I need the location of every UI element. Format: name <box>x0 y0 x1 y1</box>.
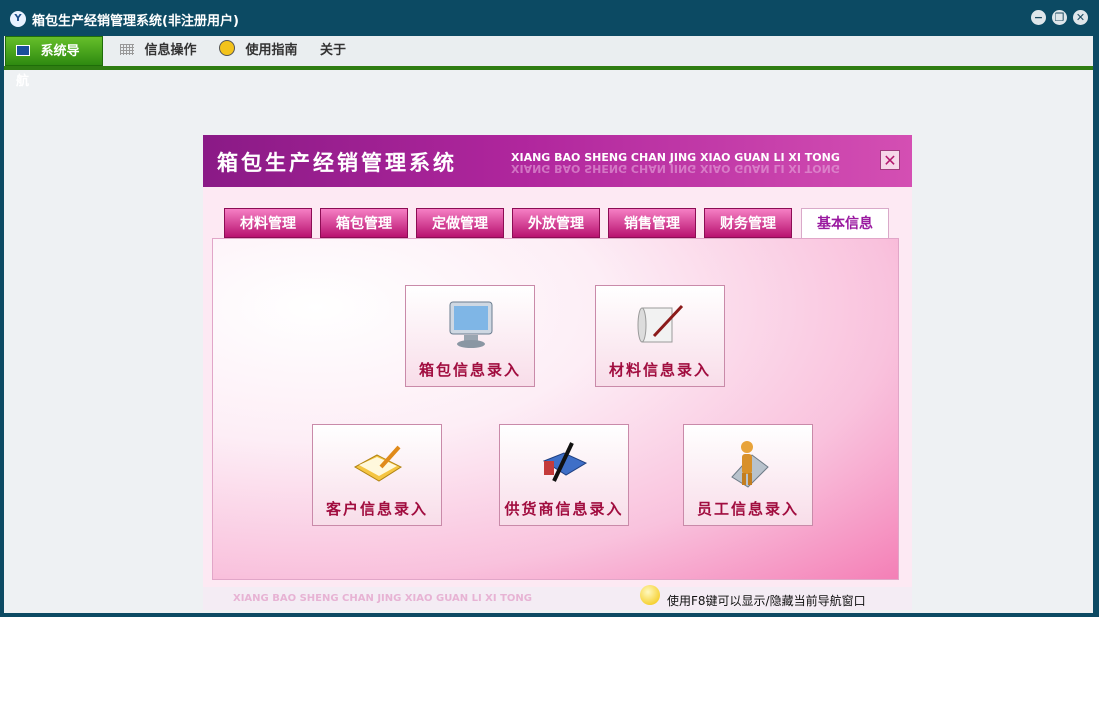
tab-content: 箱包信息录入 材料信息录入 客户信息录入 供货商信息录入 员工信息录入 <box>212 238 899 580</box>
panel-title: 箱包生产经销管理系统 <box>217 151 457 175</box>
panel-banner: 箱包生产经销管理系统 XIANG BAO SHENG CHAN JING XIA… <box>203 135 912 187</box>
main-window: Y 箱包生产经销管理系统(非注册用户) − ❐ ✕ 系统导航 信息操作 使用指南… <box>0 0 1099 617</box>
tab-finance[interactable]: 财务管理 <box>704 208 792 238</box>
material-info-entry-button[interactable]: 材料信息录入 <box>595 285 725 387</box>
menu-user-guide[interactable]: 使用指南 <box>219 36 298 66</box>
bag-info-entry-label: 箱包信息录入 <box>418 361 521 379</box>
customer-info-entry-button[interactable]: 客户信息录入 <box>312 424 442 526</box>
footer-brand: XIANG BAO SHENG CHAN JING XIAO GUAN LI X… <box>233 593 532 604</box>
material-info-entry-label: 材料信息录入 <box>608 361 711 379</box>
menu-bar: 系统导航 信息操作 使用指南 关于 <box>4 36 1093 89</box>
help-icon <box>219 40 235 56</box>
menu-info-ops-label: 信息操作 <box>144 43 197 58</box>
tab-outsourcing[interactable]: 外放管理 <box>512 208 600 238</box>
book-pen-icon <box>542 442 588 482</box>
window-title: 箱包生产经销管理系统(非注册用户) <box>32 14 239 29</box>
tab-basic-info[interactable]: 基本信息 <box>801 208 889 239</box>
title-bar: Y 箱包生产经销管理系统(非注册用户) − ❐ ✕ <box>0 0 1099 36</box>
menu-system-nav[interactable]: 系统导航 <box>5 36 103 89</box>
footer-hint: 使用F8键可以显示/隐藏当前导航窗口 <box>667 594 866 608</box>
app-icon: Y <box>10 11 26 27</box>
employee-info-entry-label: 员工信息录入 <box>696 500 799 518</box>
notebook-pencil-icon <box>353 445 403 482</box>
lightbulb-icon <box>640 585 660 605</box>
menu-user-guide-label: 使用指南 <box>245 43 298 58</box>
person-icon <box>731 441 769 488</box>
client-area: 系统导航 信息操作 使用指南 关于 箱包生产经销管理系统 XIANG BAO S… <box>4 36 1093 613</box>
tab-sales[interactable]: 销售管理 <box>608 208 696 238</box>
menu-info-ops[interactable]: 信息操作 <box>120 36 197 66</box>
panel-close-button[interactable]: ✕ <box>880 150 900 170</box>
employee-info-entry-button[interactable]: 员工信息录入 <box>683 424 813 526</box>
menu-about-label: 关于 <box>320 43 347 58</box>
minimize-button[interactable]: − <box>1031 10 1046 25</box>
panel-subtitle-reflection: XIANG BAO SHENG CHAN JING XIAO GUAN LI X… <box>511 162 840 175</box>
tab-custom-orders[interactable]: 定做管理 <box>416 208 504 238</box>
supplier-info-entry-button[interactable]: 供货商信息录入 <box>499 424 629 526</box>
customer-info-entry-label: 客户信息录入 <box>325 500 428 518</box>
navigation-panel: 箱包生产经销管理系统 XIANG BAO SHENG CHAN JING XIA… <box>203 135 912 610</box>
grid-icon <box>120 44 134 55</box>
tab-bags[interactable]: 箱包管理 <box>320 208 408 238</box>
scroll-pen-icon <box>637 304 684 343</box>
supplier-info-entry-label: 供货商信息录入 <box>504 500 624 518</box>
bag-info-entry-button[interactable]: 箱包信息录入 <box>405 285 535 387</box>
close-button[interactable]: ✕ <box>1073 10 1088 25</box>
monitor-icon <box>16 45 30 56</box>
restore-button[interactable]: ❐ <box>1052 10 1067 25</box>
panel-footer: XIANG BAO SHENG CHAN JING XIAO GUAN LI X… <box>203 585 912 610</box>
menu-about[interactable]: 关于 <box>320 36 346 66</box>
monitor-icon <box>449 301 493 348</box>
tab-materials[interactable]: 材料管理 <box>224 208 312 238</box>
